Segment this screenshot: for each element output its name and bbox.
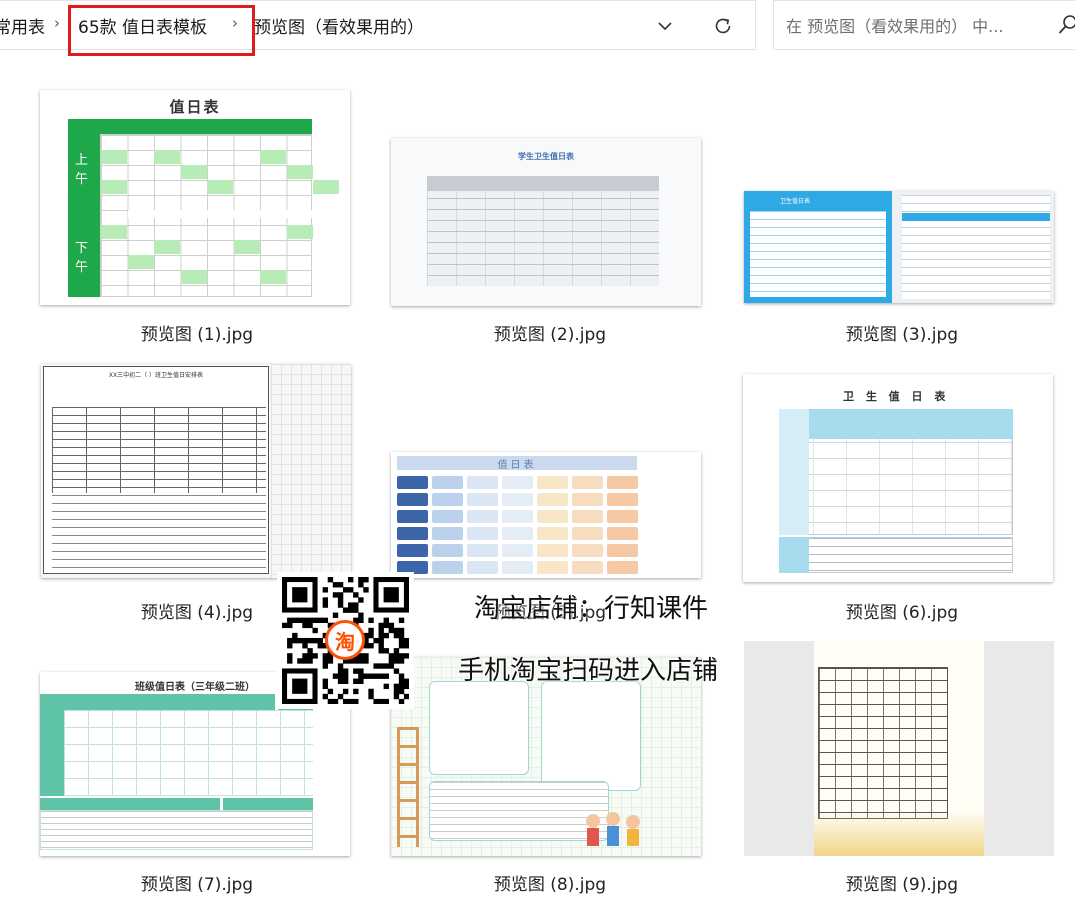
refresh-icon	[715, 18, 731, 34]
file-name[interactable]: 预览图 (2).jpg	[390, 320, 710, 345]
thumbnail-title: 值日表	[169, 98, 221, 116]
search-icon[interactable]	[1058, 14, 1075, 36]
file-thumbnail[interactable]: 卫生值日表	[744, 191, 1054, 303]
taobao-badge: 淘	[325, 620, 365, 660]
file-name[interactable]: 预览图 (6).jpg	[742, 598, 1062, 623]
thumbnail-title: XX三中初二（ ）班卫生值日安排表	[108, 372, 204, 379]
address-toolbar: 常用表 › 65款 值日表模板 › 预览图（看效果用的）	[0, 0, 1075, 56]
watermark-scan-hint: 手机淘宝扫码进入店铺	[458, 656, 719, 686]
file-thumbnail[interactable]: 值日表 上午 下午	[40, 90, 350, 305]
file-name[interactable]: 预览图 (7).jpg	[37, 870, 357, 895]
file-name[interactable]: 预览图 (9).jpg	[742, 870, 1062, 895]
thumbnail-title: 卫生值日表	[780, 198, 811, 205]
file-thumbnail[interactable]: XX三中初二（ ）班卫生值日安排表	[41, 364, 351, 578]
file-thumbnail[interactable]: 卫 生 值 日 表	[743, 374, 1053, 582]
file-thumbnail[interactable]: 值日表	[391, 452, 701, 578]
file-thumbnail[interactable]: 学生卫生值日表	[391, 138, 701, 306]
search-input[interactable]	[786, 13, 1044, 39]
highlight-annotation-box	[68, 5, 255, 56]
breadcrumb-separator[interactable]: ›	[54, 14, 60, 32]
file-name[interactable]: 预览图 (1).jpg	[37, 320, 357, 345]
kids-illustration	[586, 812, 640, 846]
chevron-down-icon	[658, 22, 672, 31]
shop-qr-code: 淘	[277, 572, 414, 709]
file-thumbnail[interactable]	[744, 641, 1054, 856]
file-name[interactable]: 预览图 (3).jpg	[742, 320, 1062, 345]
breadcrumb-item-common-tables[interactable]: 常用表	[0, 13, 45, 38]
search-box[interactable]	[773, 0, 1075, 50]
refresh-button[interactable]	[706, 9, 740, 43]
thumbnail-title: 值日表	[397, 456, 637, 471]
breadcrumb-item-preview[interactable]: 预览图（看效果用的）	[254, 13, 424, 38]
thumbnail-title: 卫 生 值 日 表	[843, 390, 950, 403]
history-dropdown-button[interactable]	[648, 9, 682, 43]
file-name[interactable]: 预览图 (8).jpg	[390, 870, 710, 895]
watermark-shop-name: 淘宝店铺：行知课件	[474, 594, 709, 624]
thumbnail-title: 学生卫生值日表	[518, 152, 574, 161]
